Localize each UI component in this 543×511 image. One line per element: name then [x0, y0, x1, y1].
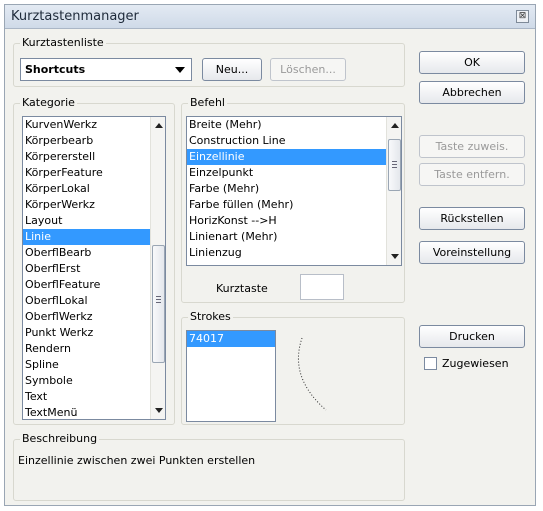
print-button[interactable]: Drucken — [419, 325, 525, 348]
scroll-up-icon[interactable] — [155, 123, 163, 128]
category-list-item[interactable]: Text — [23, 389, 165, 405]
scroll-thumb[interactable] — [152, 245, 165, 363]
strokes-list-item[interactable]: 74017 — [187, 331, 275, 347]
chevron-down-icon — [175, 67, 185, 73]
close-icon[interactable]: ⊠ — [516, 10, 529, 23]
description-text: Einzellinie zwischen zwei Punkten erstel… — [18, 454, 256, 467]
stroke-preview — [297, 337, 327, 411]
reset-button[interactable]: Rückstellen — [419, 207, 525, 230]
category-list-item[interactable]: KörperFeature — [23, 165, 165, 181]
strokes-label: Strokes — [188, 310, 233, 323]
category-list-item[interactable]: Symbole — [23, 373, 165, 389]
category-items: KurvenWerkz Körperbearb Körpererstell Körpe… — [23, 117, 165, 419]
shortcut-list-label: Kurztastenliste — [20, 36, 106, 49]
category-list-item[interactable]: Punkt Werkz — [23, 325, 165, 341]
category-list-item[interactable]: Körpererstell — [23, 149, 165, 165]
category-label: Kategorie — [20, 96, 77, 109]
category-list-item[interactable]: KörperWerkz — [23, 197, 165, 213]
shortcut-list-select[interactable]: Shortcuts — [20, 58, 192, 81]
command-label: Befehl — [188, 96, 227, 109]
category-list-item[interactable]: KörperLokal — [23, 181, 165, 197]
assign-key-button[interactable]: Taste zuweis. — [419, 135, 525, 158]
strokes-group: Strokes 74017 — [181, 310, 405, 425]
scroll-up-icon[interactable] — [391, 123, 399, 128]
category-list-item[interactable]: Layout — [23, 213, 165, 229]
preset-button[interactable]: Voreinstellung — [419, 241, 525, 264]
command-list[interactable]: Breite (Mehr) Construction Line Einzellini… — [186, 116, 402, 266]
ok-button[interactable]: OK — [419, 51, 525, 74]
category-list-item[interactable]: OberflLokal — [23, 293, 165, 309]
command-list-item[interactable]: Farbe füllen (Mehr) — [187, 197, 401, 213]
new-button[interactable]: Neu... — [202, 58, 262, 81]
scroll-thumb[interactable] — [388, 139, 401, 191]
category-list-item[interactable]: Linie — [23, 229, 165, 245]
shortcut-key-label: Kurztaste — [216, 282, 268, 295]
category-list-item[interactable]: Spline — [23, 357, 165, 373]
category-list[interactable]: KurvenWerkz Körperbearb Körpererstell Körpe… — [22, 116, 166, 420]
category-list-item[interactable]: Körperbearb — [23, 133, 165, 149]
delete-button[interactable]: Löschen... — [270, 58, 346, 81]
command-list-item[interactable]: Construction Line — [187, 133, 401, 149]
window-title: Kurztastenmanager — [11, 9, 139, 24]
scroll-down-icon[interactable] — [391, 254, 399, 259]
assigned-checkbox[interactable] — [424, 357, 437, 370]
shortcut-manager-dialog: Kurztastenmanager ⊠ Kurztastenliste Shor… — [4, 4, 536, 506]
scroll-down-icon[interactable] — [155, 408, 163, 413]
category-list-item[interactable]: KurvenWerkz — [23, 117, 165, 133]
command-items: Breite (Mehr) Construction Line Einzellini… — [187, 117, 401, 261]
category-list-item[interactable]: TextMenü — [23, 405, 165, 419]
category-group: Kategorie KurvenWerkz Körperbearb Körperer… — [13, 96, 175, 425]
strokes-list[interactable]: 74017 — [186, 330, 276, 422]
shortcut-key-field[interactable] — [300, 274, 344, 300]
description-group: Beschreibung Einzellinie zwischen zwei P… — [13, 432, 405, 501]
command-list-item[interactable]: Einzellinie — [187, 149, 401, 165]
title-bar: Kurztastenmanager ⊠ — [5, 5, 535, 29]
command-list-item[interactable]: Linienzug — [187, 245, 401, 261]
category-list-item[interactable]: OberflFeature — [23, 277, 165, 293]
category-list-item[interactable]: Rendern — [23, 341, 165, 357]
category-list-item[interactable]: OberflWerkz — [23, 309, 165, 325]
command-list-item[interactable]: HorizKonst -->H — [187, 213, 401, 229]
description-label: Beschreibung — [20, 432, 100, 445]
category-list-item[interactable]: OberflBearb — [23, 245, 165, 261]
command-group: Befehl Breite (Mehr) Construction Line Ein… — [181, 96, 405, 303]
command-list-item[interactable]: Farbe (Mehr) — [187, 181, 401, 197]
shortcut-list-group: Kurztastenliste Shortcuts Neu... Löschen… — [13, 36, 405, 87]
command-list-item[interactable]: Breite (Mehr) — [187, 117, 401, 133]
shortcut-list-selected: Shortcuts — [25, 63, 86, 76]
command-scrollbar[interactable] — [386, 117, 401, 265]
strokes-items: 74017 — [187, 331, 275, 347]
remove-key-button[interactable]: Taste entfern. — [419, 163, 525, 186]
cancel-button[interactable]: Abbrechen — [419, 81, 525, 104]
command-list-item[interactable]: Einzelpunkt — [187, 165, 401, 181]
assigned-label: Zugewiesen — [442, 357, 509, 370]
category-list-item[interactable]: OberflErst — [23, 261, 165, 277]
category-scrollbar[interactable] — [150, 117, 165, 419]
command-list-item[interactable]: Linienart (Mehr) — [187, 229, 401, 245]
